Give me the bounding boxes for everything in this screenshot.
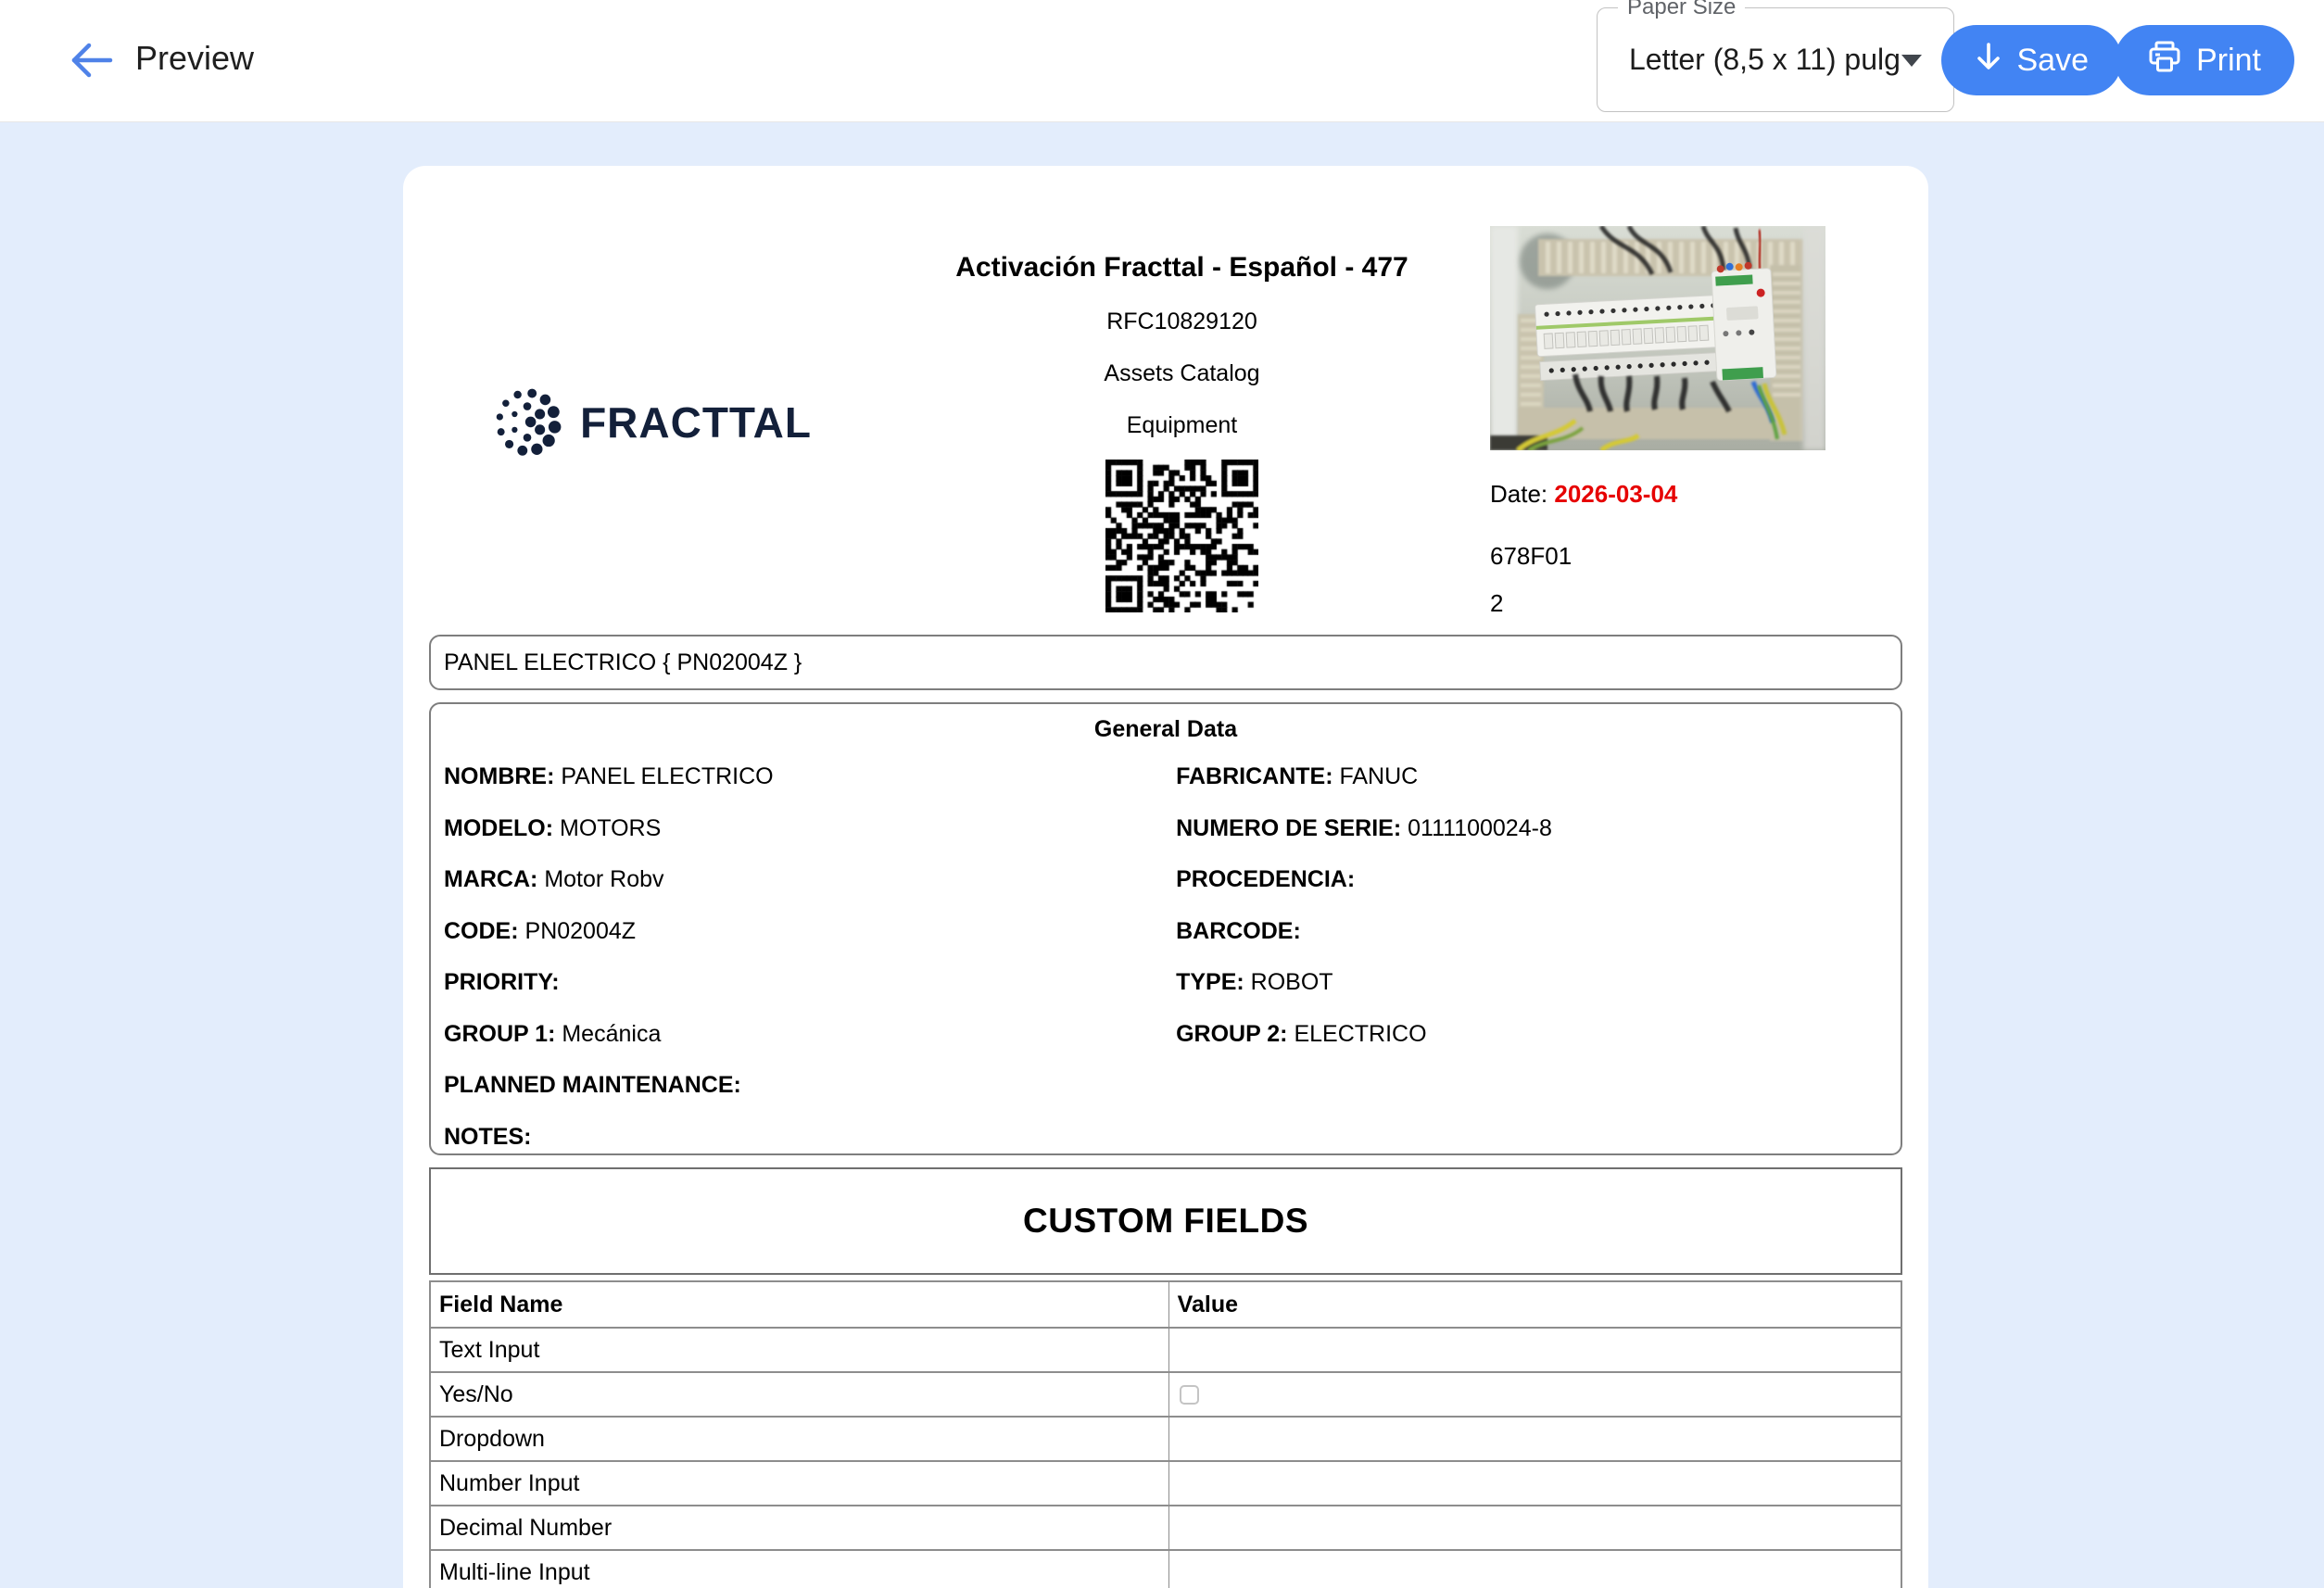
- page-title: Preview: [135, 39, 254, 78]
- field-notes: NOTES:: [444, 1112, 1176, 1156]
- field-name-cell: Decimal Number: [430, 1506, 1168, 1550]
- preview-viewport: FRACTTAL Activación Fracttal - Español -…: [0, 123, 2324, 1588]
- document-header: FRACTTAL Activación Fracttal - Español -…: [429, 226, 1902, 618]
- paper-size-select[interactable]: Paper Size Letter (8,5 x 11) pulg: [1597, 7, 1954, 112]
- page-number: 2: [1490, 589, 1902, 618]
- field-barcode: BARCODE:: [1176, 906, 1901, 958]
- table-row: Decimal Number: [430, 1506, 1901, 1550]
- value-cell: [1168, 1328, 1901, 1372]
- general-data-left-column: NOMBRE: PANEL ELECTRICO MODELO: MOTORS M…: [431, 751, 1176, 1155]
- value-cell: [1168, 1461, 1901, 1506]
- custom-fields-header: CUSTOM FIELDS: [429, 1167, 1902, 1275]
- document-info-column: Date: 2026-03-04 678F01 2: [1490, 226, 1902, 618]
- field-priority: PRIORITY:: [444, 957, 1176, 1009]
- printer-icon: [2148, 40, 2181, 82]
- asset-photo: [1490, 226, 1825, 450]
- form-code: 678F01: [1490, 542, 1902, 571]
- field-name-cell: Text Input: [430, 1328, 1168, 1372]
- paper-size-value: Letter (8,5 x 11) pulg: [1629, 8, 1901, 111]
- field-fabricante: FABRICANTE: FANUC: [1176, 751, 1901, 803]
- document-date: Date: 2026-03-04: [1490, 480, 1902, 509]
- column-field-name: Field Name: [430, 1281, 1168, 1328]
- logo-column: FRACTTAL: [429, 226, 874, 618]
- back-arrow-icon: [69, 69, 115, 82]
- table-row: Yes/No: [430, 1372, 1901, 1417]
- fracttal-logo: FRACTTAL: [491, 382, 812, 462]
- field-marca: MARCA: Motor Robv: [444, 854, 1176, 906]
- general-data-title: General Data: [431, 716, 1901, 743]
- custom-fields-title: CUSTOM FIELDS: [1023, 1202, 1308, 1241]
- document-title: Activación Fracttal - Español - 477: [955, 252, 1408, 284]
- field-name-cell: Dropdown: [430, 1417, 1168, 1461]
- value-cell: [1168, 1550, 1901, 1588]
- field-group2: GROUP 2: ELECTRICO: [1176, 1009, 1901, 1061]
- field-type: TYPE: ROBOT: [1176, 957, 1901, 1009]
- field-name-cell: Multi-line Input: [430, 1550, 1168, 1588]
- asset-name-field: PANEL ELECTRICO { PN02004Z }: [429, 635, 1902, 690]
- qr-code: [1105, 460, 1258, 612]
- document-catalog: Assets Catalog: [1104, 360, 1259, 387]
- print-button-label: Print: [2196, 43, 2261, 79]
- document-title-column: Activación Fracttal - Español - 477 RFC1…: [874, 226, 1490, 618]
- field-code: CODE: PN02004Z: [444, 906, 1176, 958]
- value-cell: [1168, 1506, 1901, 1550]
- custom-fields-table: Field Name Value Text Input Yes/No Dropd…: [429, 1280, 1902, 1588]
- fracttal-logo-wordmark: FRACTTAL: [580, 397, 812, 447]
- print-button[interactable]: Print: [2115, 25, 2294, 95]
- field-planned-maintenance: PLANNED MAINTENANCE:: [444, 1060, 1176, 1112]
- field-procedencia: PROCEDENCIA:: [1176, 854, 1901, 906]
- download-arrow-icon: [1975, 42, 2002, 80]
- toolbar: Preview Paper Size Letter (8,5 x 11) pul…: [0, 0, 2324, 122]
- column-value: Value: [1168, 1281, 1901, 1328]
- value-cell: [1168, 1372, 1901, 1417]
- field-modelo: MODELO: MOTORS: [444, 803, 1176, 855]
- table-row: Number Input: [430, 1461, 1901, 1506]
- document-asset-type: Equipment: [1127, 412, 1238, 439]
- field-nombre: NOMBRE: PANEL ELECTRICO: [444, 751, 1176, 803]
- general-data-section: General Data NOMBRE: PANEL ELECTRICO MOD…: [429, 702, 1902, 1155]
- date-value: 2026-03-04: [1554, 480, 1677, 508]
- general-data-right-column: FABRICANTE: FANUC NUMERO DE SERIE: 01111…: [1176, 751, 1901, 1155]
- document-reference: RFC10829120: [1106, 309, 1257, 335]
- table-row: Dropdown: [430, 1417, 1901, 1461]
- value-cell: [1168, 1417, 1901, 1461]
- yes-no-checkbox: [1180, 1385, 1199, 1405]
- field-name-cell: Yes/No: [430, 1372, 1168, 1417]
- field-name-cell: Number Input: [430, 1461, 1168, 1506]
- back-button[interactable]: [69, 41, 115, 80]
- save-button[interactable]: Save: [1941, 25, 2123, 95]
- field-numero-serie: NUMERO DE SERIE: 0111100024-8: [1176, 803, 1901, 855]
- chevron-down-icon: [1901, 55, 1922, 67]
- table-row: Text Input: [430, 1328, 1901, 1372]
- table-row: Multi-line Input: [430, 1550, 1901, 1588]
- fracttal-logo-icon: [491, 382, 563, 462]
- table-header-row: Field Name Value: [430, 1281, 1901, 1328]
- field-group1: GROUP 1: Mecánica: [444, 1009, 1176, 1061]
- document-page: FRACTTAL Activación Fracttal - Español -…: [403, 166, 1928, 1588]
- date-label: Date:: [1490, 480, 1547, 508]
- save-button-label: Save: [2017, 43, 2090, 79]
